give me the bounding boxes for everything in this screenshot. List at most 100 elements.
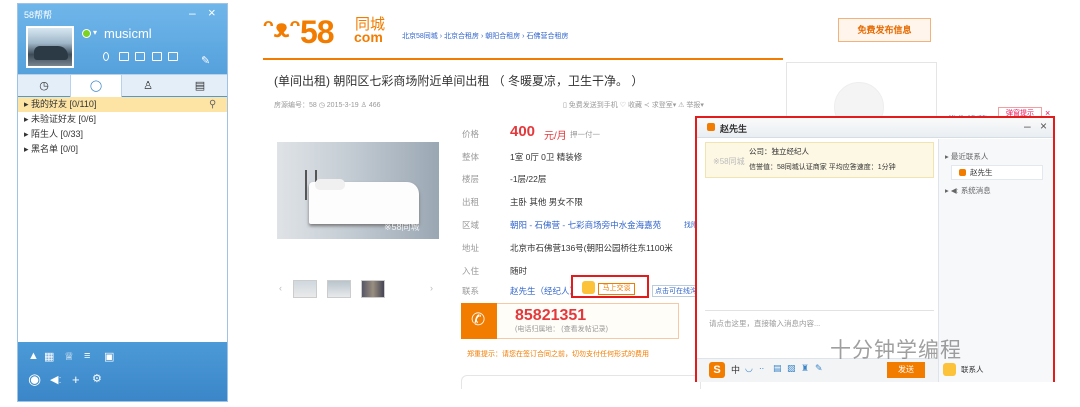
image-icon[interactable]: ▨	[787, 363, 796, 374]
field-value: 主卧 其他 男女不限	[510, 197, 583, 207]
field-label: 地址	[462, 243, 480, 253]
speaker-icon[interactable]: ◀ː	[50, 373, 62, 386]
group-icon[interactable]: ♕	[64, 350, 74, 363]
person-icon: ♙	[143, 80, 153, 92]
mail-icon[interactable]	[135, 52, 145, 61]
logo-com: com	[354, 29, 383, 45]
minimize-icon[interactable]: –	[189, 6, 196, 20]
system-messages-text: 系统消息	[960, 186, 991, 195]
settings-icon[interactable]: ⚙	[92, 372, 102, 385]
grid-icon[interactable]: ▦	[44, 350, 54, 363]
recent-contacts-label[interactable]: ▸ 最近联系人	[945, 151, 988, 162]
contact-name[interactable]: 赵先生	[970, 167, 993, 178]
contact-group-list: ▸ 我的好友 [0/110] ▸ 未验证好友 [0/6] ▸ 陌生人 [0/33…	[18, 97, 227, 157]
field-label: 联系	[462, 286, 480, 296]
im-username: musicml	[104, 26, 152, 41]
minimize-icon[interactable]: –	[1024, 119, 1031, 133]
publish-button[interactable]: 免费发布信息	[838, 18, 931, 42]
clock-icon: ◷	[39, 80, 49, 92]
chat-now-button[interactable]: 马上交谈	[598, 283, 635, 295]
system-messages-item[interactable]: ▸ ◀ː 系统消息	[945, 185, 991, 196]
avatar[interactable]	[26, 26, 74, 68]
keyboard-icon[interactable]: ▤	[773, 363, 782, 374]
listing-actions[interactable]: ▯ 免费发送到手机 ♡ 收藏 ≺ 求登室▾ ⚠ 举报▾	[563, 100, 704, 110]
message-icon[interactable]	[119, 52, 129, 61]
search-icon[interactable]: ⚲	[209, 99, 216, 110]
chat-icon	[707, 123, 715, 131]
close-icon[interactable]: ×	[208, 5, 216, 20]
recent-contacts-text: 最近联系人	[950, 152, 989, 161]
edit-icon[interactable]: ✎	[201, 54, 210, 67]
tab-recent[interactable]: ◷	[18, 75, 70, 97]
chevron-left-icon[interactable]: ‹	[279, 283, 282, 293]
shirt-icon[interactable]: ♜	[801, 363, 809, 374]
group-unverified[interactable]: ▸ 未验证好友 [0/6]	[18, 112, 227, 127]
group-label: 陌生人 [0/33]	[31, 129, 84, 139]
pillow-shape	[315, 179, 345, 190]
group-blacklist[interactable]: ▸ 黑名单 [0/0]	[18, 142, 227, 157]
input-method-icon[interactable]: 中	[731, 363, 740, 376]
main-photo[interactable]: ※58同城	[277, 142, 439, 239]
divider	[263, 58, 783, 60]
close-icon[interactable]: ×	[1040, 119, 1047, 133]
message-input[interactable]: 请点击这里，直接输入消息内容...	[709, 318, 820, 329]
region-link[interactable]: 朝阳 - 石佛营 - 七彩商场旁中水金海嘉苑	[510, 219, 661, 231]
thumbnail[interactable]	[327, 280, 351, 298]
im-client-window: 58帮帮 – × ▾ musicml ✎ ◷ ◯ ♙ ▤ ▸ 我的好友 [0/1…	[17, 3, 228, 402]
dots-icon[interactable]: ∙∙	[759, 363, 764, 373]
price-unit: 元/月	[544, 131, 567, 142]
field-value: -1层/22层	[510, 174, 547, 184]
app-logo-icon[interactable]: S	[709, 362, 725, 378]
group-strangers[interactable]: ▸ 陌生人 [0/33]	[18, 127, 227, 142]
phone-location[interactable]: (电话归属地： (查看发帖记录)	[515, 324, 608, 334]
tool-icon[interactable]: ✎	[815, 363, 823, 374]
window-icon[interactable]: ▣	[104, 350, 114, 363]
tab-notes[interactable]: ▤	[174, 75, 226, 97]
logo-icon[interactable]: ᵔᴥᵔ	[263, 13, 300, 44]
breadcrumb[interactable]: 北京58同城 › 北京合租房 › 朝阳合租房 › 石佛营合租房	[402, 31, 568, 41]
company-label: 公司：	[749, 147, 772, 156]
tab-contacts[interactable]: ◯	[70, 75, 122, 97]
app-icon[interactable]	[152, 52, 162, 61]
field-label: 入住	[462, 266, 480, 276]
contacts-button[interactable]: 联系人	[961, 364, 984, 375]
listing-meta: 房源编号：58 ◷ 2015-3-19 ♙ 466	[274, 102, 381, 109]
send-button[interactable]: 发送	[887, 362, 925, 378]
price: 400	[510, 123, 536, 140]
add-icon[interactable]: +	[72, 372, 80, 387]
online-status-icon[interactable]	[82, 29, 91, 38]
contact-name[interactable]: 赵先生（经纪人）	[510, 285, 578, 297]
im-window-title: 58帮帮	[24, 10, 53, 20]
company-name: 独立经纪人	[771, 147, 810, 156]
chat-titlebar: 赵先生 – ×	[697, 118, 1053, 138]
related-strip	[461, 375, 701, 389]
thumbnail[interactable]	[293, 280, 317, 298]
logo-icon[interactable]: ◉	[28, 370, 41, 388]
logo-58[interactable]: 58	[300, 14, 335, 51]
contact-icon	[959, 169, 966, 176]
field-label: 整体	[462, 152, 480, 162]
page-title: (单间出租) 朝阳区七彩商场附近单间出租 （ 冬暖夏凉，卫生干净。 ）	[274, 74, 644, 88]
tab-people[interactable]: ♙	[122, 75, 174, 97]
chevron-down-icon[interactable]: ▾	[93, 28, 97, 37]
file-icon[interactable]	[168, 52, 178, 61]
im-footer: ▲ ▦ ♕ ≡ ▣ ◉ ◀ː + ⚙	[18, 342, 227, 401]
group-label: 未验证好友 [0/6]	[31, 114, 97, 124]
chevron-right-icon[interactable]: ›	[430, 283, 433, 293]
emoji-icon[interactable]: ◡	[745, 363, 753, 374]
smile-icon[interactable]	[582, 281, 595, 294]
group-label: 我的好友 [0/110]	[31, 99, 97, 109]
group-label: 黑名单 [0/0]	[31, 144, 79, 154]
company-line: 公司：独立经纪人	[749, 146, 809, 157]
home-icon[interactable]: ▲	[28, 350, 39, 362]
im-header: 58帮帮 – × ▾ musicml ✎ ◷ ◯ ♙ ▤	[18, 4, 227, 97]
photo-thumbnails: ‹ ›	[277, 276, 439, 304]
profile-icon[interactable]	[103, 52, 109, 61]
group-my-friends[interactable]: ▸ 我的好友 [0/110]	[18, 97, 227, 112]
thumbnail[interactable]	[361, 280, 385, 298]
menu-icon[interactable]: ≡	[84, 350, 90, 362]
smile-icon[interactable]	[943, 363, 956, 376]
credit-info: 信誉值：58同城认证商家 平均应答速度：1分钟	[749, 164, 896, 171]
field-label: 区域	[462, 220, 480, 230]
divider	[705, 310, 934, 311]
